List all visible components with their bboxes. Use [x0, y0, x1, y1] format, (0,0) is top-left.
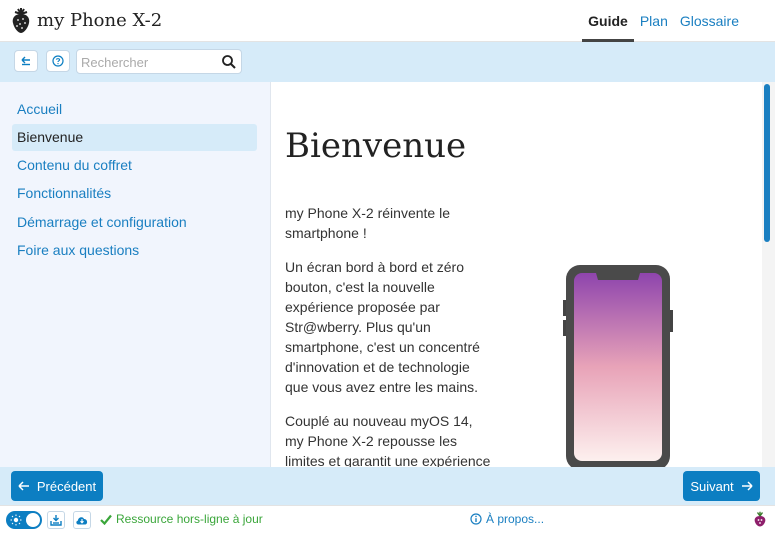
sidebar-item-faq[interactable]: Foire aux questions — [12, 237, 257, 264]
about-link-text: À propos... — [486, 512, 545, 526]
back-arrow-icon — [21, 56, 30, 66]
sidebar: Accueil Bienvenue Contenu du coffret Fon… — [0, 82, 271, 467]
main-nav: Guide Plan Glossaire — [582, 0, 745, 42]
sidebar-item-fonctionnalites[interactable]: Fonctionnalités — [12, 180, 257, 207]
offline-status: Ressource hors-ligne à jour — [100, 512, 263, 526]
offline-status-text: Ressource hors-ligne à jour — [116, 512, 263, 526]
article-text: my Phone X-2 réinvente le smartphone ! U… — [285, 203, 495, 467]
search-icon[interactable] — [221, 54, 237, 70]
theme-toggle[interactable] — [6, 511, 42, 529]
search-box — [76, 49, 242, 74]
toggle-knob — [26, 513, 40, 527]
previous-button[interactable]: Précédent — [11, 471, 103, 501]
paragraph: my Phone X-2 réinvente le smartphone ! — [285, 205, 450, 241]
status-bar: Ressource hors-ligne à jour À propos... — [0, 505, 775, 533]
about-link[interactable]: À propos... — [470, 512, 544, 526]
download-icon — [50, 515, 62, 526]
phone-illustration — [563, 265, 673, 467]
next-label: Suivant — [690, 478, 734, 494]
sidebar-item-accueil[interactable]: Accueil — [12, 96, 257, 123]
check-icon — [100, 514, 112, 525]
help-button[interactable] — [46, 50, 70, 72]
toolbar — [0, 42, 775, 82]
cloud-download-icon — [76, 517, 88, 525]
help-icon — [52, 55, 64, 67]
app-header: my Phone X-2 Guide Plan Glossaire — [0, 0, 775, 42]
sidebar-item-bienvenue[interactable]: Bienvenue — [12, 124, 257, 151]
search-input[interactable] — [81, 53, 219, 71]
previous-label: Précédent — [36, 478, 97, 494]
page-navigation: Précédent Suivant — [0, 467, 775, 505]
download-button[interactable] — [47, 511, 65, 529]
cloud-sync-button[interactable] — [73, 511, 91, 529]
sun-icon — [10, 514, 22, 526]
info-icon — [470, 513, 482, 525]
strawberry-icon — [12, 8, 30, 33]
sidebar-item-contenu[interactable]: Contenu du coffret — [12, 152, 257, 179]
scrollbar-thumb[interactable] — [764, 84, 770, 242]
paragraph: Couplé au nouveau myOS 14, my Phone X-2 … — [285, 413, 491, 467]
tab-plan[interactable]: Plan — [634, 0, 674, 42]
paragraph: Un écran bord à bord et zéro bouton, c'e… — [285, 259, 480, 395]
main-content: Bienvenue my Phone X-2 réinvente le smar… — [272, 82, 762, 467]
arrow-left-icon — [18, 481, 29, 491]
tab-guide[interactable]: Guide — [582, 0, 634, 42]
page-title: Bienvenue — [285, 126, 467, 166]
tab-glossaire[interactable]: Glossaire — [674, 0, 745, 42]
strawberry-badge-icon[interactable] — [752, 511, 768, 527]
back-button[interactable] — [14, 50, 38, 72]
next-button[interactable]: Suivant — [683, 471, 760, 501]
arrow-right-icon — [741, 481, 753, 491]
app-title: my Phone X-2 — [37, 10, 163, 31]
content-scrollbar[interactable] — [762, 82, 775, 467]
sidebar-item-demarrage[interactable]: Démarrage et configuration — [12, 209, 257, 236]
